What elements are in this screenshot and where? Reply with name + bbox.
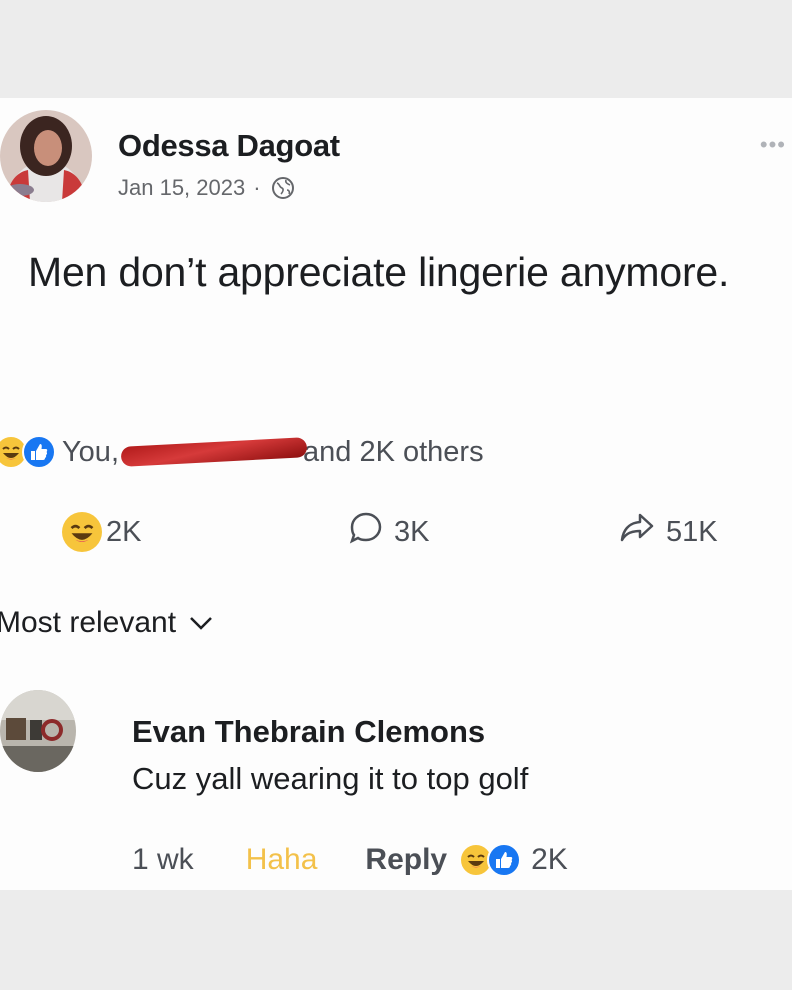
post-card: Odessa Dagoat Jan 15, 2023 · ••• Men don… [0,98,792,890]
post-date[interactable]: Jan 15, 2023 [118,175,245,201]
comment-text: Cuz yall wearing it to top golf [132,761,529,796]
comment-icon [348,510,384,554]
more-options-icon[interactable]: ••• [760,132,786,158]
share-count: 51K [666,515,718,548]
chevron-down-icon [188,606,214,640]
haha-icon [62,512,102,552]
comment-author-name[interactable]: Evan Thebrain Clemons [132,714,485,750]
reactions-summary[interactable]: You, and 2K others [0,432,484,472]
comment-actions: 1 wk Haha Reply 2K [132,840,568,880]
reactions-suffix: and 2K others [303,435,484,468]
author-avatar[interactable] [0,110,92,202]
comment-count: 3K [394,515,430,548]
comment-time[interactable]: 1 wk [132,843,194,877]
comments-sort-dropdown[interactable]: Most relevant [0,606,214,640]
comment-reaction-count: 2K [531,843,568,876]
like-icon [487,843,522,877]
commenter-avatar[interactable] [0,690,76,772]
post-author-name[interactable]: Odessa Dagoat [118,128,340,164]
redaction-scribble [120,437,308,467]
reaction-icons [0,435,56,469]
post-text: Men don’t appreciate lingerie anymore. [28,249,730,295]
comment-haha-button[interactable]: Haha [246,843,318,877]
haha-reaction-button[interactable]: 2K [62,512,141,552]
sort-label: Most relevant [0,606,177,639]
post-meta: Jan 15, 2023 · [118,175,295,201]
like-icon [22,435,56,469]
post-actions-bar: 2K 3K 51K [0,504,792,560]
globe-icon [271,176,295,200]
comment-button[interactable]: 3K [348,510,429,554]
haha-count: 2K [106,515,142,548]
share-button[interactable]: 51K [618,511,718,553]
meta-separator: · [253,175,261,200]
share-icon [618,511,656,553]
reactions-prefix: You, [62,435,119,468]
comment-reply-button[interactable]: Reply [365,843,447,877]
comment-reactions[interactable]: 2K [459,843,568,877]
